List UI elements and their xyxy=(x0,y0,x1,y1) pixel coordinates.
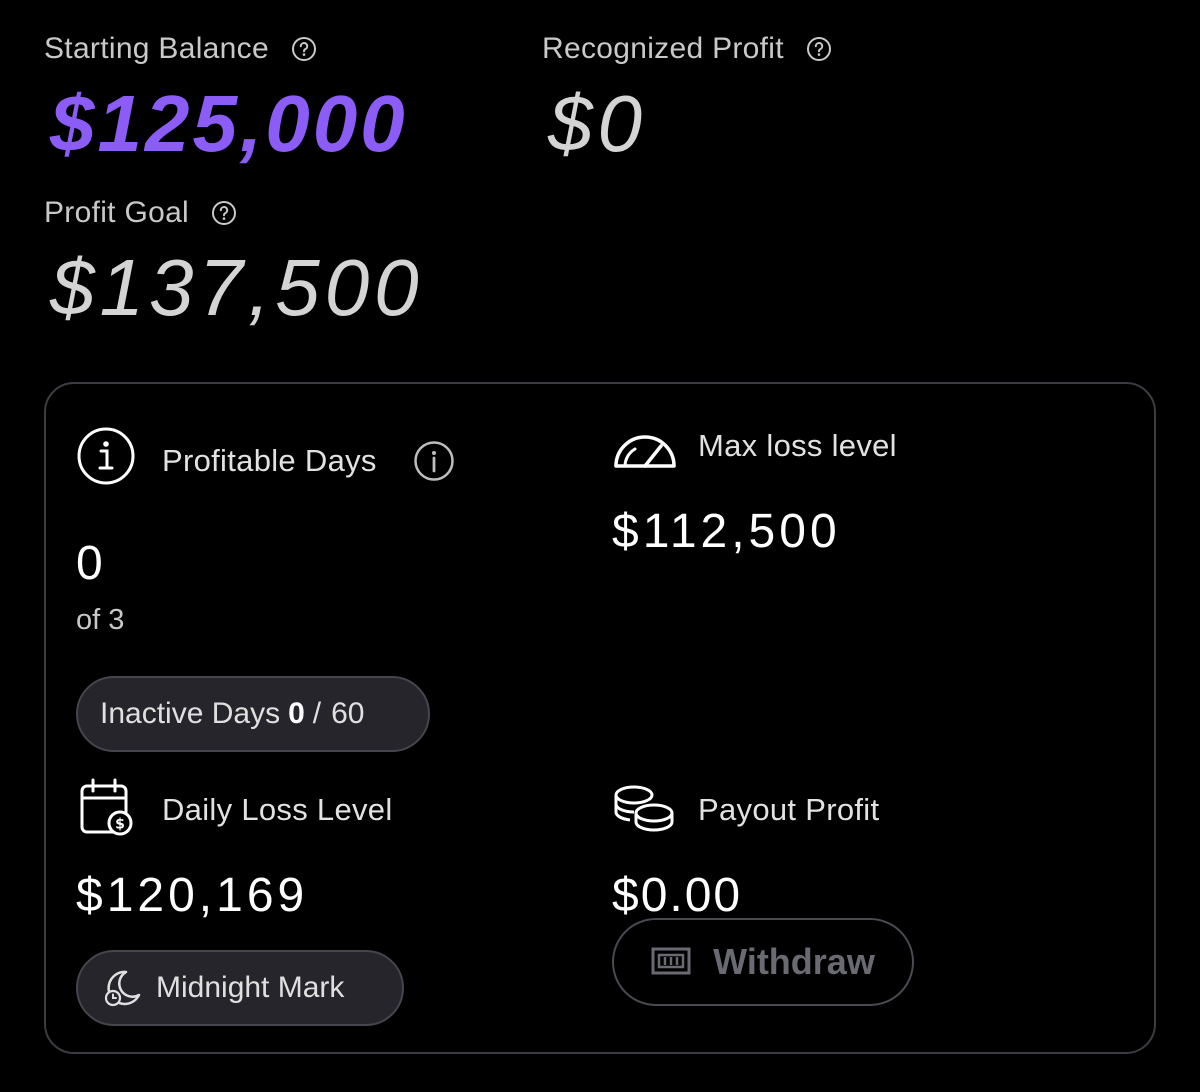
profit-goal-value: $137,500 xyxy=(50,243,424,332)
svg-text:$: $ xyxy=(115,817,125,833)
question-circle-icon[interactable] xyxy=(806,36,832,62)
withdraw-button[interactable]: Withdraw xyxy=(612,918,914,1006)
payout-profit-label: Payout Profit xyxy=(698,792,880,827)
daily-loss-value: $120,169 xyxy=(76,869,309,922)
banknote-icon xyxy=(651,947,691,977)
recognized-profit-label: Recognized Profit xyxy=(542,32,832,66)
midnight-mark-badge: Midnight Mark xyxy=(76,950,404,1026)
calendar-dollar-icon: $ xyxy=(80,778,134,838)
speedometer-icon xyxy=(612,424,678,472)
account-overview: Starting Balance $125,000 Recognized Pro… xyxy=(0,0,1200,1092)
profit-goal-label: Profit Goal xyxy=(44,196,237,230)
profitable-days-value: 0 xyxy=(76,537,103,590)
payout-profit-value: $0.00 xyxy=(612,869,743,922)
moon-clock-icon xyxy=(102,967,144,1009)
profitable-days-label: Profitable Days xyxy=(162,440,455,482)
inactive-days-badge: Inactive Days 0 / 60 xyxy=(76,676,430,752)
max-loss-value: $112,500 xyxy=(612,505,841,558)
max-loss-label: Max loss level xyxy=(698,428,897,463)
starting-balance-value: $125,000 xyxy=(50,79,408,168)
coins-icon xyxy=(612,784,678,834)
question-circle-icon[interactable] xyxy=(211,200,237,226)
daily-loss-label: Daily Loss Level xyxy=(162,792,393,827)
question-circle-icon[interactable] xyxy=(291,36,317,62)
metrics-card: Profitable Days 0 of 3 Inactive Days 0 /… xyxy=(44,382,1156,1054)
profitable-days-target: of 3 xyxy=(76,604,125,636)
recognized-profit-value: $0 xyxy=(548,79,647,168)
starting-balance-label: Starting Balance xyxy=(44,32,317,66)
info-icon[interactable] xyxy=(413,440,455,482)
info-circle-icon xyxy=(76,426,136,486)
